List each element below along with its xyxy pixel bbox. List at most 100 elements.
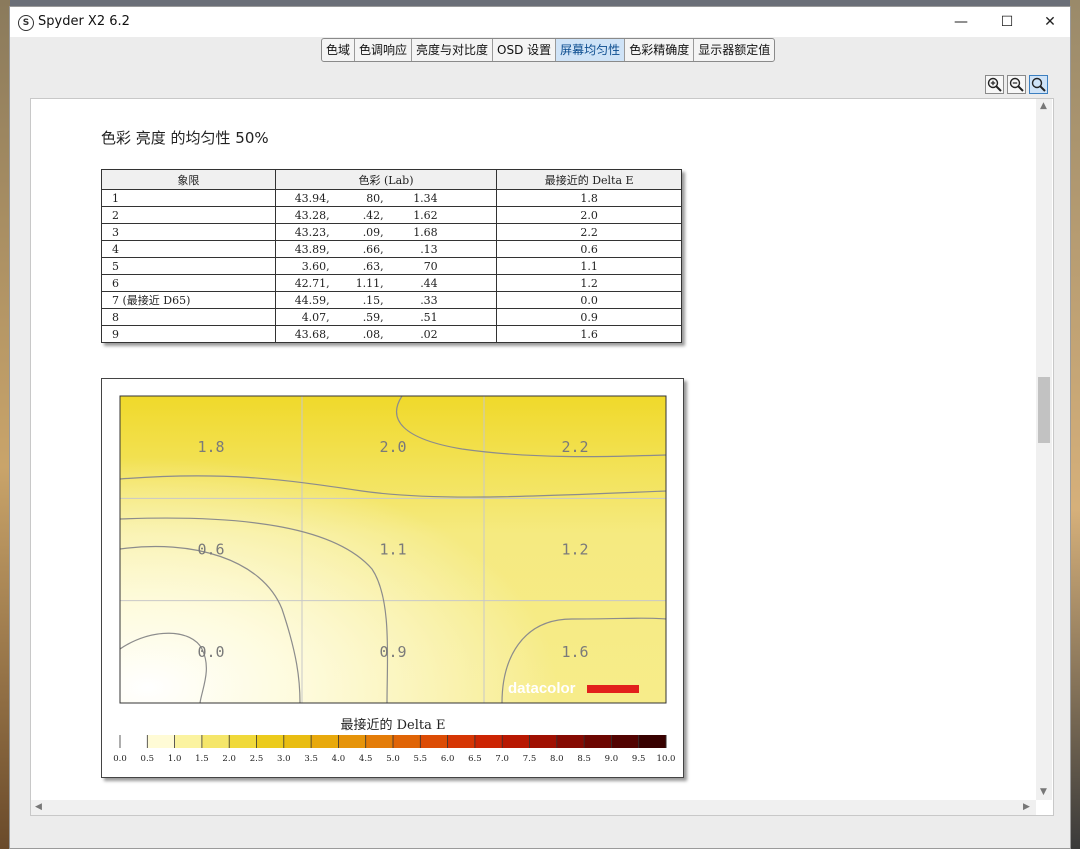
zoom-fit-icon[interactable] <box>1029 75 1048 94</box>
colorbar-tick-label: 6.0 <box>441 754 455 764</box>
uniformity-chart: 1.8 2.0 2.2 0.6 1.1 1.2 0.0 0.9 1.6 datacolor 最接… <box>101 378 684 778</box>
scroll-left-arrow[interactable]: ◀ <box>35 802 42 812</box>
colorbar-swatch <box>529 735 558 748</box>
lab-a-value: 80, <box>366 191 384 205</box>
horizontal-scrollbar[interactable]: ◀ ▶ <box>31 800 1036 815</box>
quadrant-cell: 7 (最接近 D65) <box>101 291 276 309</box>
lab-cell: 43.89, .66, .13 <box>274 240 498 258</box>
lab-a-value: 1.11, <box>355 276 384 290</box>
title-bar[interactable]: S Spyder X2 6.2 — ☐ ✕ <box>10 7 1070 37</box>
colorbar-tick-label: 5.0 <box>386 754 400 764</box>
vertical-scrollbar[interactable]: ▲ ▼ <box>1036 99 1052 800</box>
lab-b-value: .51 <box>420 310 438 324</box>
delta-e-cell: 0.9 <box>496 308 682 326</box>
colorbar-swatch <box>447 735 476 748</box>
quadrant-cell: 2 <box>101 206 276 224</box>
tab-gamut[interactable]: 色域 <box>322 39 356 61</box>
lab-a-value: .66, <box>362 242 384 256</box>
colorbar-swatch <box>120 735 148 748</box>
colorbar-tick-label: 10.0 <box>657 754 676 764</box>
lab-cell: 43.23, .09, 1.68 <box>274 223 498 241</box>
tab-color-accuracy[interactable]: 色彩精确度 <box>625 39 695 61</box>
colorbar-swatch <box>556 735 585 748</box>
quadrant-table: 象限 色彩 (Lab) 最接近的 Delta E 1 43.94, 80, 1.34 1… <box>101 169 682 343</box>
lab-l-value: 43.23, <box>294 225 330 239</box>
tab-tone-response[interactable]: 色调响应 <box>355 39 413 61</box>
page-title: 色彩 亮度 的均匀性 50% <box>101 129 269 147</box>
colorbar-swatch <box>393 735 421 748</box>
lab-a-value: .59, <box>362 310 384 324</box>
vertical-scroll-thumb[interactable] <box>1038 377 1050 443</box>
colorbar-tick-label: 4.5 <box>359 754 373 764</box>
colorbar-tick-label: 8.5 <box>577 754 591 764</box>
lab-l-value: 43.68, <box>294 327 330 341</box>
colorbar-tick-label: 2.5 <box>250 754 264 764</box>
lab-b-value: .44 <box>420 276 438 290</box>
scroll-down-arrow[interactable]: ▼ <box>1040 787 1047 797</box>
tab-brightness-contrast[interactable]: 亮度与对比度 <box>412 39 494 61</box>
zoom-in-icon[interactable] <box>985 75 1004 94</box>
colorbar-swatch <box>584 735 612 748</box>
colorbar-tick-label: 4.0 <box>332 754 346 764</box>
colorbar-tick-label: 1.5 <box>195 754 209 764</box>
colorbar: 0.0 0.5 1.0 1.5 2.0 2.5 3.0 3.5 4.0 4.5 5.0 5.5 6.0 6… <box>113 735 675 764</box>
cell-value-label: 1.6 <box>561 643 588 661</box>
maximize-button[interactable]: ☐ <box>985 7 1029 37</box>
lab-a-value: .09, <box>362 225 384 239</box>
quadrant-cell: 8 <box>101 308 276 326</box>
zoom-out-icon[interactable] <box>1007 75 1026 94</box>
report-viewport[interactable]: 色彩 亮度 的均匀性 50% 象限 色彩 (Lab) 最接近的 Delta E … <box>30 98 1054 816</box>
colorbar-tick-label: 6.5 <box>468 754 482 764</box>
colorbar-swatch <box>174 735 203 748</box>
lab-l-value: 43.28, <box>294 208 330 222</box>
close-button[interactable]: ✕ <box>1028 7 1072 37</box>
colorbar-swatch <box>420 735 449 748</box>
colorbar-tick-label: 7.0 <box>495 754 509 764</box>
colorbar-tick-label: 7.5 <box>523 754 537 764</box>
minimize-button[interactable]: — <box>939 7 983 37</box>
app-window: S Spyder X2 6.2 — ☐ ✕ 色域 色调响应 亮度与对比度 OSD… <box>9 6 1071 849</box>
tab-display-rating[interactable]: 显示器额定值 <box>694 39 774 61</box>
table-row: 2 43.28, .42, 1.62 2.0 <box>101 206 682 224</box>
datacolor-logo: datacolor <box>508 680 576 697</box>
table-row: 7 (最接近 D65) 44.59, .15, .33 0.0 <box>101 291 682 309</box>
table-row: 5 3.60, .63, 70 1.1 <box>101 257 682 275</box>
lab-cell: 42.71, 1.11, .44 <box>274 274 498 292</box>
window-title: Spyder X2 6.2 <box>38 14 130 29</box>
header-delta-e: 最接近的 Delta E <box>496 169 682 190</box>
scroll-right-arrow[interactable]: ▶ <box>1023 802 1030 812</box>
delta-e-cell: 0.6 <box>496 240 682 258</box>
quadrant-cell: 6 <box>101 274 276 292</box>
lab-a-value: .42, <box>362 208 384 222</box>
scroll-up-arrow[interactable]: ▲ <box>1040 101 1047 111</box>
datacolor-logo-bar <box>587 685 639 693</box>
colorbar-swatch <box>283 735 312 748</box>
colorbar-tick-label: 9.0 <box>605 754 619 764</box>
report-tabs: 色域 色调响应 亮度与对比度 OSD 设置 屏幕均匀性 色彩精确度 显示器额定值 <box>321 38 776 62</box>
delta-e-cell: 1.8 <box>496 189 682 207</box>
lab-b-value: .33 <box>420 293 438 307</box>
colorbar-swatch <box>256 735 285 748</box>
heatmap-field: 1.8 2.0 2.2 0.6 1.1 1.2 0.0 0.9 1.6 datacolor <box>119 395 667 704</box>
lab-l-value: 43.94, <box>294 191 330 205</box>
cell-value-label: 1.2 <box>561 541 588 559</box>
table-row: 9 43.68, .08, .02 1.6 <box>101 325 682 343</box>
lab-b-value: .13 <box>420 242 438 256</box>
cell-value-label: 2.2 <box>561 438 588 456</box>
lab-a-value: .08, <box>362 327 384 341</box>
colorbar-tick-label: 0.0 <box>113 754 127 764</box>
lab-l-value: 44.59, <box>294 293 330 307</box>
colorbar-swatch <box>611 735 640 748</box>
cell-value-label: 0.9 <box>379 643 406 661</box>
lab-b-value: 1.68 <box>413 225 438 239</box>
colorbar-tick-label: 5.5 <box>414 754 428 764</box>
tab-screen-uniformity[interactable]: 屏幕均匀性 <box>556 39 626 61</box>
colorbar-tick-label: 1.0 <box>168 754 182 764</box>
cell-value-label: 1.8 <box>197 438 224 456</box>
table-row: 4 43.89, .66, .13 0.6 <box>101 240 682 258</box>
table-row: 6 42.71, 1.11, .44 1.2 <box>101 274 682 292</box>
tab-osd-settings[interactable]: OSD 设置 <box>493 39 557 61</box>
delta-e-cell: 0.0 <box>496 291 682 309</box>
lab-l-value: 43.89, <box>294 242 330 256</box>
delta-e-cell: 2.0 <box>496 206 682 224</box>
